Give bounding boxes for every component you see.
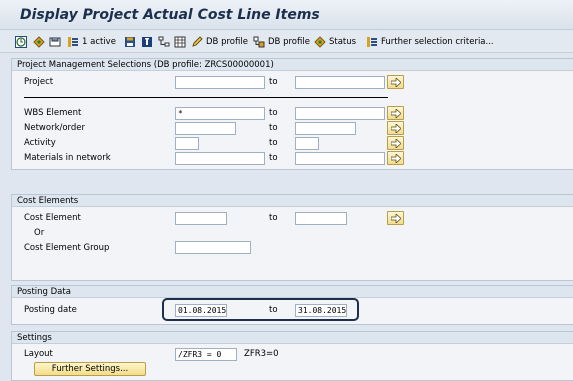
save-button[interactable] — [124, 35, 136, 49]
materials-in-network-label: Materials in network — [24, 153, 111, 163]
selection-criteria-icon — [366, 36, 378, 48]
info-icon — [141, 36, 153, 48]
arrow-right-icon — [391, 139, 401, 148]
posting-date-from-input[interactable]: 01.08.2015 — [175, 304, 227, 317]
cost-element-group-input[interactable] — [175, 241, 251, 254]
variant-icon — [33, 36, 45, 48]
wbs-element-to-input[interactable] — [295, 107, 385, 120]
arrow-right-icon — [391, 124, 401, 133]
separator-line — [24, 97, 388, 98]
application-toolbar: 1 active DB profile DB profile Status Fu… — [0, 31, 573, 53]
execute-clock-icon — [15, 36, 27, 48]
arrow-right-icon — [391, 214, 401, 223]
cost-element-from-input[interactable] — [175, 212, 227, 225]
section-heading: Settings — [12, 332, 573, 344]
section-heading: Project Management Selections (DB profil… — [12, 59, 573, 71]
arrow-right-icon — [391, 109, 401, 118]
posting-date-label: Posting date — [24, 305, 77, 315]
materials-to-input[interactable] — [295, 152, 385, 165]
materials-multiple-selection-button[interactable] — [387, 151, 404, 165]
to-label: to — [269, 108, 278, 118]
layout-description: ZFR3=0 — [244, 349, 279, 359]
to-label: to — [269, 213, 278, 223]
db-profile-icon — [253, 36, 265, 48]
project-label: Project — [24, 77, 54, 87]
cost-element-label: Cost Element — [24, 213, 81, 223]
activity-to-input[interactable] — [295, 137, 319, 150]
active-count-label: 1 active — [82, 37, 116, 47]
further-selection-criteria-button[interactable]: Further selection criteria... — [366, 35, 494, 49]
cost-elements-section: Cost Elements Cost Element to Or Cost El… — [11, 194, 573, 281]
cost-element-group-label: Cost Element Group — [24, 243, 110, 253]
activity-multiple-selection-button[interactable] — [387, 136, 404, 150]
save-variant-icon — [49, 36, 61, 48]
pencil-icon — [191, 36, 203, 48]
layout-grid-button[interactable] — [174, 35, 186, 49]
project-multiple-selection-button[interactable] — [387, 75, 404, 89]
project-from-input[interactable] — [175, 76, 265, 89]
cost-element-multiple-selection-button[interactable] — [387, 211, 404, 225]
section-heading: Posting Data — [12, 286, 573, 298]
wbs-element-label: WBS Element — [24, 108, 82, 118]
dynamic-selections-icon — [67, 36, 79, 48]
page-title: Display Project Actual Cost Line Items — [20, 7, 320, 23]
posting-date-to-input[interactable]: 31.08.2015 — [295, 304, 347, 317]
wbs-element-from-input[interactable]: * — [175, 107, 265, 120]
db-profile-button-2[interactable]: DB profile — [253, 35, 310, 49]
project-to-input[interactable] — [295, 76, 385, 89]
to-label: to — [269, 138, 278, 148]
arrow-right-icon — [391, 154, 401, 163]
layout-input[interactable]: /ZFR3 = 0 — [175, 348, 237, 361]
status-button[interactable]: Status — [314, 35, 356, 49]
db-profile-button-1[interactable]: DB profile — [191, 35, 248, 49]
to-label: to — [269, 153, 278, 163]
network-multiple-selection-button[interactable] — [387, 121, 404, 135]
save-icon — [124, 36, 136, 48]
arrow-right-icon — [391, 78, 401, 87]
project-management-section: Project Management Selections (DB profil… — [11, 58, 573, 170]
layout-label: Layout — [24, 349, 53, 359]
or-label: Or — [34, 228, 45, 238]
network-order-label: Network/order — [24, 123, 86, 133]
further-settings-button[interactable]: Further Settings... — [34, 362, 146, 376]
hierarchy-button[interactable] — [158, 35, 170, 49]
dynamic-selections-button[interactable]: 1 active — [67, 35, 116, 49]
to-label: to — [269, 305, 278, 315]
title-bar: Display Project Actual Cost Line Items — [0, 0, 573, 30]
variant-button[interactable] — [33, 35, 45, 49]
save-variant-button[interactable] — [49, 35, 61, 49]
section-heading: Cost Elements — [12, 195, 573, 207]
to-label: to — [269, 77, 278, 87]
settings-section: Settings Layout /ZFR3 = 0 ZFR3=0 Further… — [11, 331, 573, 381]
network-order-to-input[interactable] — [295, 122, 356, 135]
network-order-from-input[interactable] — [175, 122, 236, 135]
grid-icon — [174, 36, 186, 48]
wbs-multiple-selection-button[interactable] — [387, 106, 404, 120]
info-button[interactable] — [141, 35, 153, 49]
posting-data-section: Posting Data Posting date 01.08.2015 to … — [11, 285, 573, 325]
materials-from-input[interactable] — [175, 152, 265, 165]
status-icon — [314, 36, 326, 48]
to-label: to — [269, 123, 278, 133]
execute-button[interactable] — [15, 35, 27, 49]
activity-from-input[interactable] — [175, 137, 199, 150]
cost-element-to-input[interactable] — [295, 212, 347, 225]
activity-label: Activity — [24, 138, 56, 148]
hierarchy-icon — [158, 36, 170, 48]
